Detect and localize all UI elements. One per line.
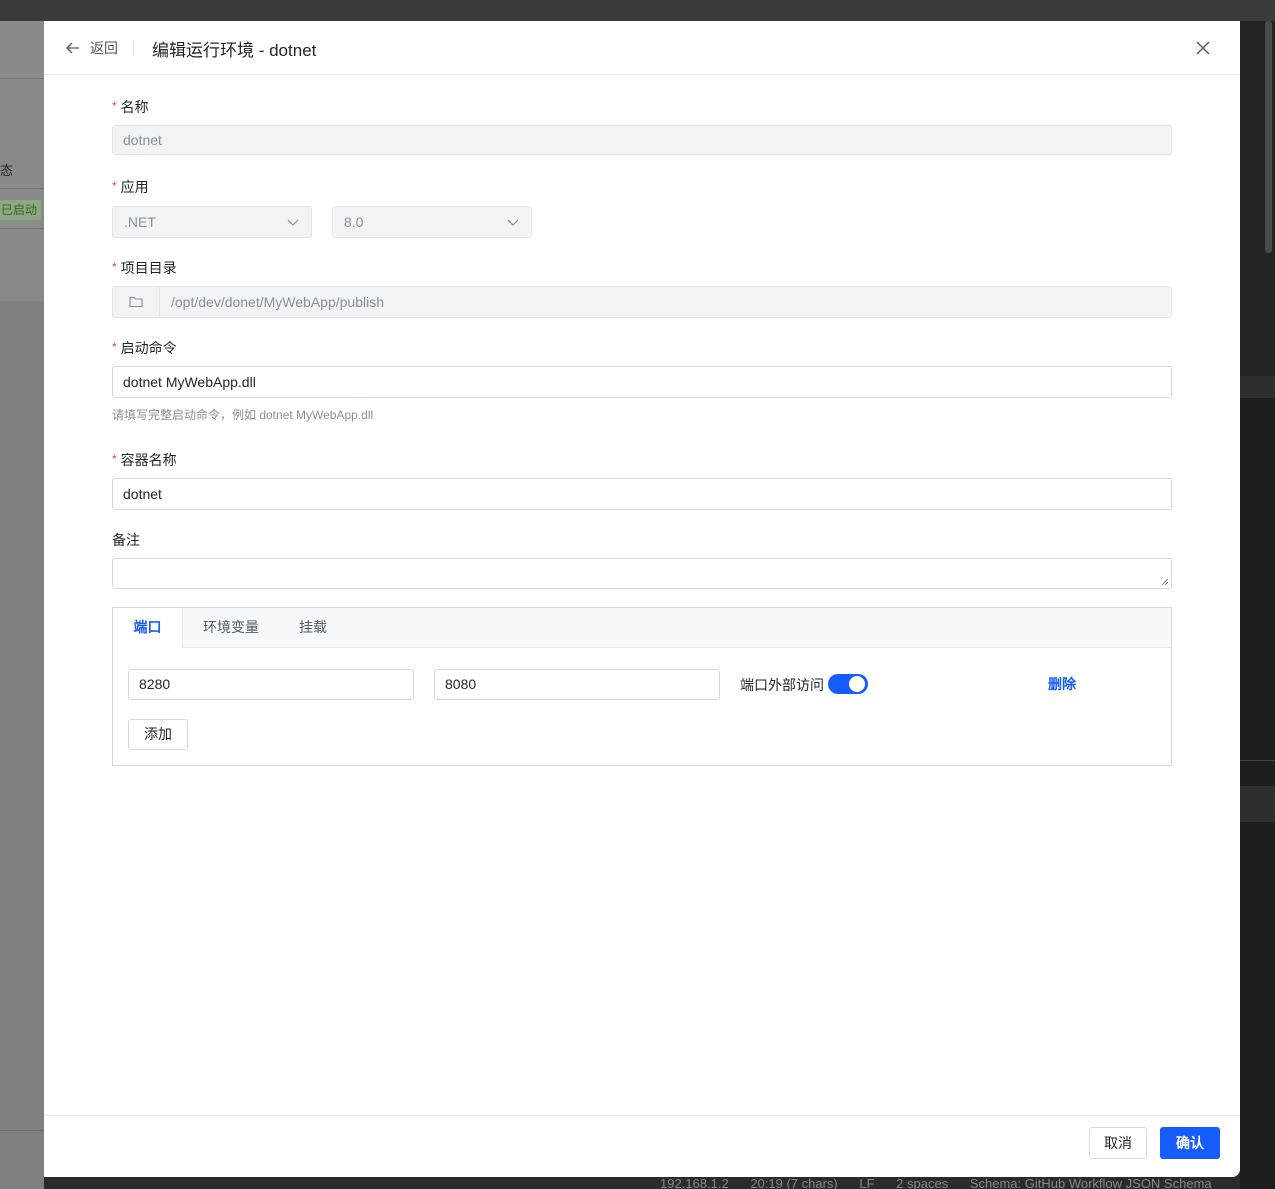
container-name-label: * 容器名称	[112, 452, 177, 468]
back-label: 返回	[90, 40, 118, 56]
project-dir-value: /opt/dev/donet/MyWebApp/publish	[171, 294, 384, 310]
app-version-select[interactable]: 8.0	[332, 206, 532, 238]
background-scrollbar[interactable]	[1265, 21, 1272, 253]
background-status-badge: 已启动	[0, 199, 43, 221]
drawer-footer: 取消 确认	[44, 1115, 1240, 1177]
name-label: * 名称	[112, 99, 149, 115]
chevron-down-icon	[287, 219, 299, 226]
app-type-select[interactable]: .NET	[112, 206, 312, 238]
config-tabs: 端口 环境变量 挂载 8280 8080 端口外部访问 删除 添加	[112, 607, 1172, 766]
background-topbar	[0, 0, 1275, 21]
statusbar-cursor: 20:19 (7 chars)	[750, 1176, 838, 1189]
statusbar-schema: Schema: GitHub Workflow JSON Schema	[969, 1176, 1212, 1189]
start-cmd-help: 请填写完整启动命令，例如 dotnet MyWebApp.dll	[112, 408, 374, 422]
start-cmd-input[interactable]: dotnet MyWebApp.dll	[112, 366, 1172, 398]
edit-runtime-drawer: 返回 编辑运行环境 - dotnet * 名称 dotnet * 应用 .NET 8…	[44, 21, 1240, 1177]
project-dir-label: * 项目目录	[112, 260, 177, 276]
close-icon[interactable]	[1194, 39, 1212, 57]
external-access-label: 端口外部访问	[740, 677, 824, 693]
add-port-button[interactable]: 添加	[128, 719, 188, 750]
cancel-button[interactable]: 取消	[1089, 1127, 1147, 1159]
statusbar-ip: 192.168.1.2	[660, 1176, 729, 1189]
background-status-column-header: 态	[0, 163, 14, 178]
background-statusbar: 192.168.1.2 20:19 (7 chars) LF 2 spaces …	[660, 1175, 1275, 1189]
arrow-left-icon	[66, 42, 79, 54]
remark-label: 备注	[112, 532, 140, 548]
tab-ports[interactable]: 端口	[113, 608, 183, 648]
project-dir-input[interactable]: /opt/dev/donet/MyWebApp/publish	[112, 286, 1172, 318]
container-name-input[interactable]: dotnet	[112, 478, 1172, 510]
tabs-header: 端口 环境变量 挂载	[113, 608, 1171, 648]
folder-picker-button[interactable]	[113, 287, 160, 317]
app-label: * 应用	[112, 179, 149, 195]
folder-icon	[129, 296, 143, 308]
name-input[interactable]: dotnet	[112, 125, 1172, 155]
drawer-header: 返回 编辑运行环境 - dotnet	[44, 21, 1240, 75]
drawer-title: 编辑运行环境 - dotnet	[152, 41, 317, 60]
chevron-down-icon	[507, 219, 519, 226]
external-access-toggle[interactable]	[828, 674, 868, 694]
tab-env-vars[interactable]: 环境变量	[193, 608, 269, 647]
header-divider	[133, 40, 134, 56]
confirm-button[interactable]: 确认	[1160, 1127, 1220, 1159]
statusbar-eol: LF	[859, 1176, 875, 1189]
tab-mounts[interactable]: 挂载	[289, 608, 337, 647]
resize-handle-icon[interactable]	[1161, 578, 1169, 586]
delete-port-button[interactable]: 删除	[1048, 674, 1076, 694]
container-port-input[interactable]: 8080	[434, 669, 720, 700]
start-cmd-label: * 启动命令	[112, 340, 177, 356]
remark-textarea[interactable]	[112, 558, 1172, 589]
back-button[interactable]: 返回	[66, 39, 118, 57]
statusbar-indent: 2 spaces	[896, 1176, 949, 1189]
host-port-input[interactable]: 8280	[128, 669, 414, 700]
